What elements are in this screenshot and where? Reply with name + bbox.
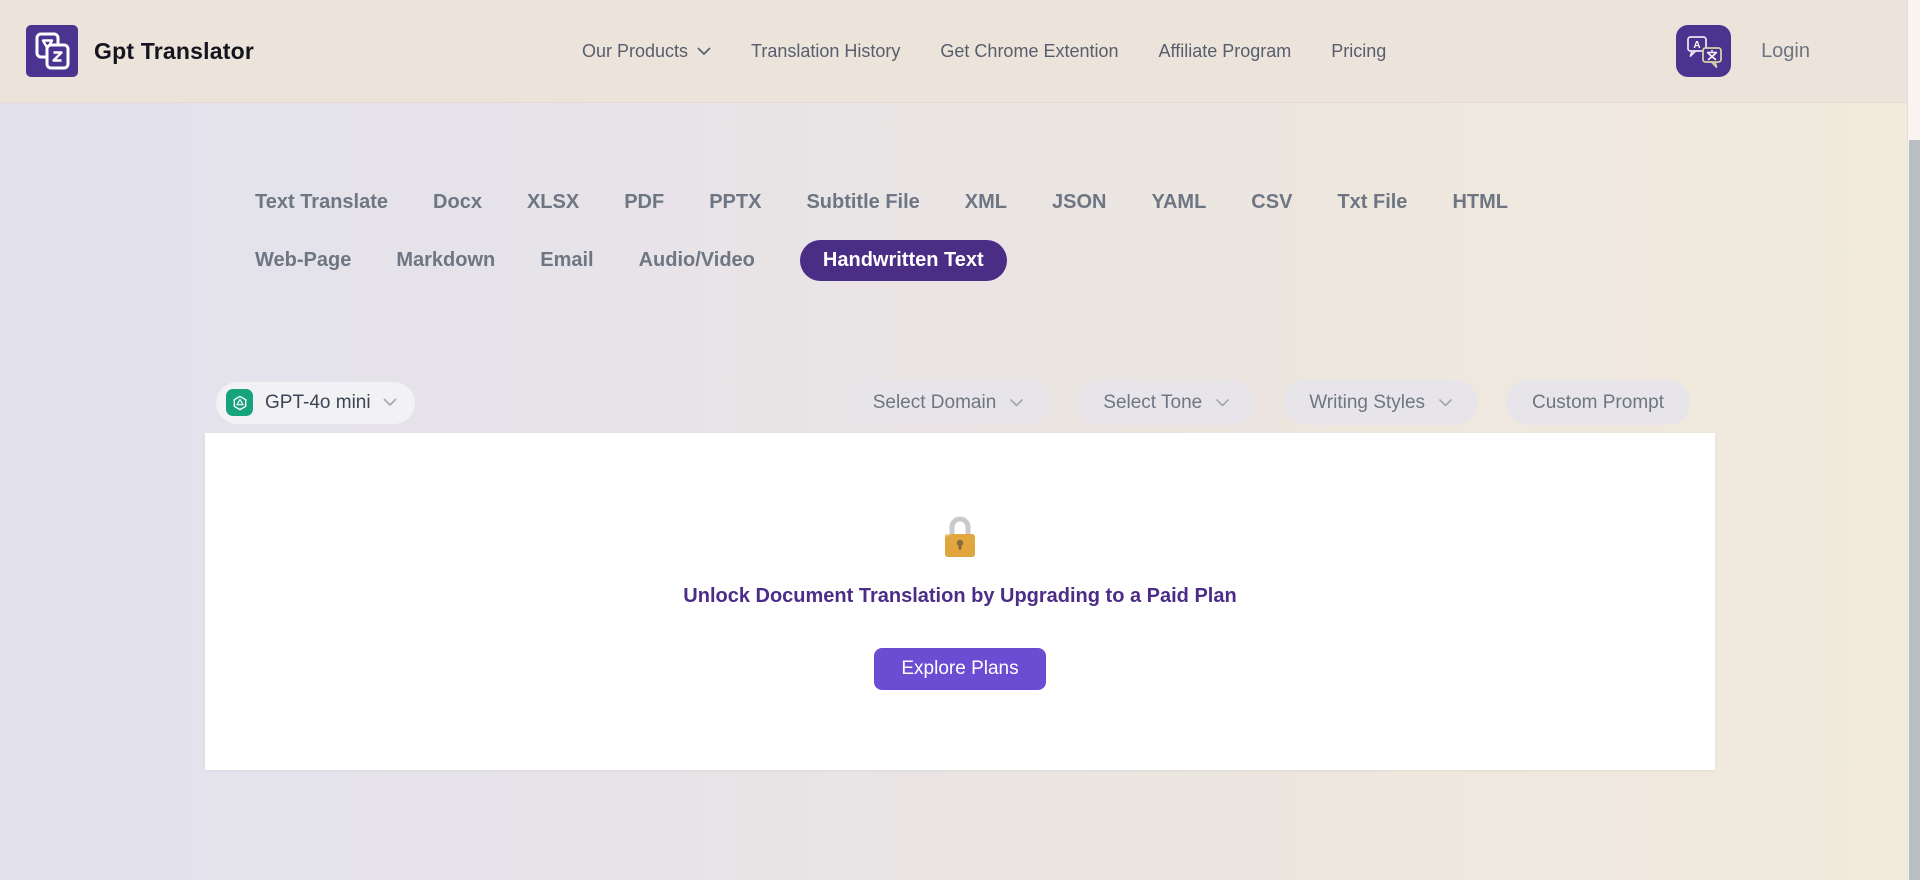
tab-docx[interactable]: Docx [433,191,482,214]
nav-our-products[interactable]: Our Products [582,41,711,62]
navbar: Gpt Translator Our Products Translation … [0,0,1920,103]
translator-quick-button[interactable]: A [1676,25,1732,77]
model-selector[interactable]: GPT-4o mini [216,381,415,424]
tab-handwritten-text[interactable]: Handwritten Text [799,240,1007,281]
nav-our-products-label: Our Products [581,40,689,61]
content-column: Text Translate Docx XLSX PDF PPTX Subtit… [205,103,1715,770]
tab-xml[interactable]: XML [965,191,1007,214]
custom-prompt-button[interactable]: Custom Prompt [1506,380,1690,425]
translate-logo-icon[interactable] [26,25,78,77]
translation-controls: GPT-4o mini Select Domain Select Tone Wr… [205,380,1715,425]
page: Gpt Translator Our Products Translation … [0,0,1920,880]
nav-translation-history[interactable]: Translation History [751,41,900,62]
tab-pptx[interactable]: PPTX [709,191,761,214]
tab-yaml[interactable]: YAML [1151,191,1206,214]
format-tabs-row-2: Web-Page Markdown Email Audio/Video Hand… [255,240,1715,281]
upgrade-card: Unlock Document Translation by Upgrading… [205,433,1715,770]
scrollbar[interactable] [1907,0,1920,880]
tab-csv[interactable]: CSV [1251,191,1292,214]
scrollbar-thumb[interactable] [1909,140,1920,880]
tab-subtitle-file[interactable]: Subtitle File [806,191,919,214]
select-tone-label: Select Tone [1103,391,1203,413]
translator-speech-bubbles-icon: A [1686,36,1722,68]
chevron-down-icon [1216,398,1230,406]
login-link[interactable]: Login [1761,40,1810,63]
chevron-down-icon [1010,398,1024,406]
tab-xlsx[interactable]: XLSX [527,191,579,214]
nav-get-chrome-extention[interactable]: Get Chrome Extention [940,41,1118,62]
tab-text-translate[interactable]: Text Translate [255,191,388,214]
chevron-down-icon [697,47,711,55]
nav-links: Our Products Translation History Get Chr… [582,0,1386,102]
format-tabs-row-1: Text Translate Docx XLSX PDF PPTX Subtit… [255,191,1715,214]
chevron-down-icon [383,398,396,406]
upgrade-message: Unlock Document Translation by Upgrading… [683,584,1237,607]
tab-markdown[interactable]: Markdown [396,249,495,272]
explore-plans-button[interactable]: Explore Plans [874,647,1046,690]
tab-pdf[interactable]: PDF [624,191,664,214]
select-tone-dropdown[interactable]: Select Tone [1077,380,1256,425]
format-tabs: Text Translate Docx XLSX PDF PPTX Subtit… [205,103,1715,281]
chevron-down-icon [1439,398,1452,406]
select-domain-label: Select Domain [872,391,997,413]
nav-right: A Login [1676,25,1810,77]
tab-html[interactable]: HTML [1452,191,1508,214]
nav-pricing-label: Pricing [1331,40,1387,61]
lock-icon [939,514,981,560]
tab-web-page[interactable]: Web-Page [255,249,351,272]
style-controls: Select Domain Select Tone Writing Styles [846,380,1690,425]
writing-styles-dropdown[interactable]: Writing Styles [1283,380,1479,425]
writing-styles-label: Writing Styles [1309,391,1426,413]
openai-icon [226,389,253,416]
tab-json[interactable]: JSON [1052,191,1106,214]
nav-affiliate-program[interactable]: Affiliate Program [1159,41,1292,62]
svg-text:A: A [1693,40,1700,51]
tab-email[interactable]: Email [540,249,593,272]
custom-prompt-label: Custom Prompt [1532,391,1664,413]
tab-txt-file[interactable]: Txt File [1337,191,1407,214]
model-selector-value: GPT-4o mini [265,391,371,413]
nav-get-chrome-extention-label: Get Chrome Extention [940,40,1119,61]
brand-name: Gpt Translator [94,37,254,64]
nav-translation-history-label: Translation History [751,40,901,61]
select-domain-dropdown[interactable]: Select Domain [846,380,1050,425]
nav-pricing[interactable]: Pricing [1331,41,1386,62]
main-area: Text Translate Docx XLSX PDF PPTX Subtit… [0,103,1920,880]
nav-affiliate-program-label: Affiliate Program [1158,40,1292,61]
brand[interactable]: Gpt Translator [26,25,254,77]
tab-audio-video[interactable]: Audio/Video [639,249,755,272]
